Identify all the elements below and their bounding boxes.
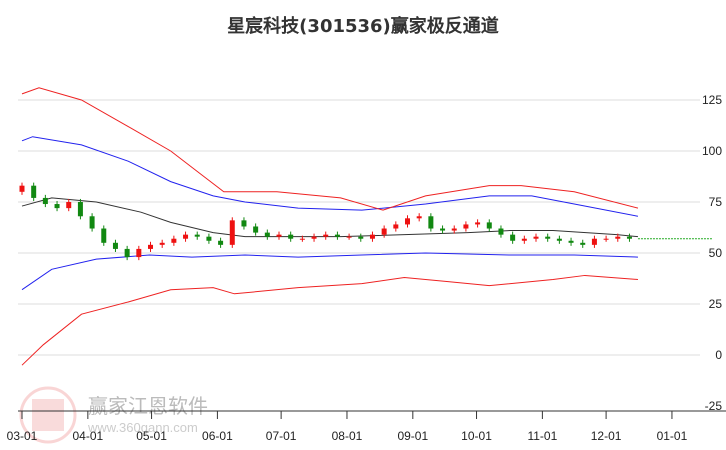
candle-body [229,220,235,245]
candle-body [358,236,364,239]
x-tick-label: 08-01 [332,429,363,443]
candle-body [416,216,422,219]
candle-body [276,234,282,237]
candle-body [381,228,387,235]
candle-body [264,232,270,237]
series-lower-blue [21,252,638,291]
candle-body [19,185,25,192]
candle-body [568,240,574,243]
candle-body [42,197,48,205]
x-tick-label: 12-01 [591,429,622,443]
candle-body [253,226,259,233]
candle-body [451,228,457,231]
candle-body [428,216,434,229]
candle-body [545,236,551,239]
candle-body [299,238,305,240]
candle-body [194,234,200,237]
candle-body [31,185,37,198]
candle-body [486,222,492,229]
candle-body [603,238,609,240]
candle-body [475,222,481,225]
candle-body [626,236,632,239]
candle-body [241,220,247,227]
y-tick-label: 100 [702,144,722,158]
candle-body [440,228,446,231]
candle-body [183,234,189,239]
x-tick-label: 03-01 [7,429,38,443]
candle-body [136,248,142,258]
candle-body [101,228,107,243]
x-tick-label: 01-01 [657,429,688,443]
candle-body [463,224,469,229]
x-tick-label: 07-01 [266,429,297,443]
y-tick-label: 50 [709,246,723,260]
candle-body [148,244,154,249]
candle-body [405,218,411,225]
series-lower-red [21,274,638,366]
candle-body [580,242,586,245]
candle-body [510,234,516,241]
candle-body [206,236,212,241]
x-tick-label: 10-01 [461,429,492,443]
x-tick-label: 05-01 [136,429,167,443]
candle-body [311,236,317,239]
series-upper-red [21,87,639,211]
candle-body [218,240,224,245]
x-tick-label: 06-01 [202,429,233,443]
series-upper-blue [21,136,639,217]
candle-body [591,238,597,245]
candle-body [615,236,621,239]
series-middle [21,197,639,238]
candle-body [112,242,118,249]
candle-body [124,248,130,258]
candle-body [521,238,527,241]
x-tick-label: 09-01 [397,429,428,443]
chart-container: 星宸科技(301536)赢家极反通道 赢家江恩软件 www.360gann.co… [0,0,726,450]
candle-body [498,228,504,235]
y-tick-label: 0 [715,348,722,362]
candle-body [54,204,60,209]
candle-body [159,242,165,245]
channel-chart: 1251007550250-2503-01 04-01 05-01 06-01 07-0… [7,87,726,443]
x-tick-label: 11-01 [527,429,557,443]
candle-body [346,236,352,238]
candle-body [393,224,399,229]
candle-body [77,202,83,217]
candle-body [171,238,177,243]
candle-body [334,234,340,237]
candle-body [288,234,294,239]
candle-body [66,202,72,209]
y-tick-label: 75 [709,195,723,209]
y-tick-label: 125 [702,93,722,107]
candle-body [323,234,329,237]
candle-body [556,238,562,241]
candle-body [89,216,95,229]
y-tick-label: 25 [709,297,723,311]
candle-body [533,236,539,239]
x-tick-label: 04-01 [72,429,103,443]
candle-body [369,234,375,239]
